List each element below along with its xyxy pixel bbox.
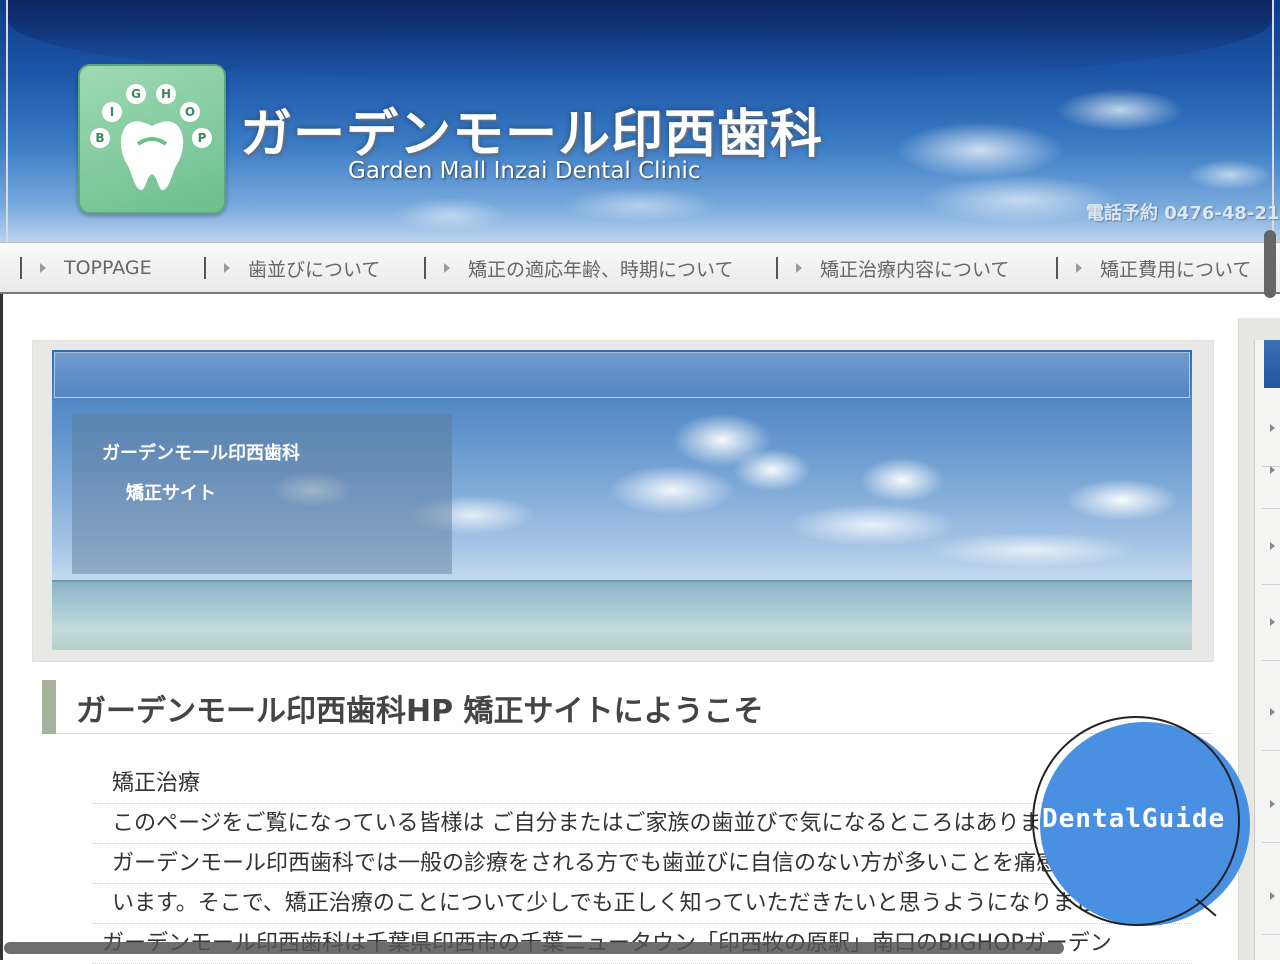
body-text-line: このページをご覧になっている皆様は ご自分またはご家族の歯並びで気になるところは… (92, 804, 1192, 844)
triangle-right-icon (1270, 542, 1275, 550)
nav-item-label: 矯正の適応年齢、時期について (468, 258, 734, 281)
hero-banner: ガーデンモール印西歯科 矯正サイト (52, 350, 1192, 650)
sidebar-item[interactable] (1262, 510, 1280, 585)
tooth-icon (120, 121, 184, 191)
triangle-right-icon (1270, 466, 1275, 474)
triangle-right-icon (1270, 618, 1275, 626)
badge-label: DentalGuide (1042, 804, 1226, 834)
triangle-right-icon (444, 263, 450, 273)
triangle-right-icon (224, 263, 230, 273)
sidebar-header (1264, 340, 1280, 388)
global-nav: TOPPAGE 歯並びについて 矯正の適応年齢、時期について 矯正治療内容につい… (0, 242, 1280, 294)
nav-item-label: TOPPAGE (64, 257, 152, 279)
nav-separator (204, 257, 206, 279)
sidebar-item[interactable] (1262, 676, 1280, 751)
sidebar-item[interactable] (1262, 860, 1280, 935)
body-text-line: ガーデンモール印西歯科では一般の診療をされる方でも歯並びに自信のない方が多いこと… (92, 844, 1192, 884)
content-border (0, 294, 3, 960)
triangle-right-icon (1270, 708, 1275, 716)
logo-letter: H (156, 84, 176, 104)
banner-title: ガーデンモール印西歯科 (102, 443, 300, 464)
triangle-right-icon (1076, 263, 1082, 273)
banner-sea (52, 582, 1192, 650)
phone-reservation[interactable]: 電話予約 0476-48-211 (1086, 199, 1280, 225)
banner-topbar (54, 352, 1190, 398)
nav-separator (20, 257, 22, 279)
page-title: ガーデンモール印西歯科HP 矯正サイトにようこそ (76, 694, 764, 729)
logo-letter: P (192, 128, 212, 148)
nav-item-teeth-alignment[interactable]: 歯並びについて (204, 243, 380, 293)
logo-letter: B (90, 128, 110, 148)
clinic-logo[interactable]: B I G H O P (78, 64, 226, 214)
horizontal-scrollbar[interactable] (4, 942, 1064, 954)
triangle-right-icon (796, 263, 802, 273)
logo-letter: G (126, 84, 146, 104)
brand-name-en: Garden Mall Inzai Dental Clinic (348, 158, 701, 184)
nav-item-label: 矯正費用について (1100, 258, 1252, 281)
triangle-right-icon (1270, 892, 1275, 900)
triangle-right-icon (1270, 424, 1275, 432)
nav-item-label: 矯正治療内容について (820, 258, 1010, 281)
nav-item-toppage[interactable]: TOPPAGE (20, 243, 152, 293)
nav-item-cost[interactable]: 矯正費用について (1056, 243, 1251, 293)
body-text-line: います。そこで、矯正治療のことについて少しでも正しく知っていただきたいと思うよう… (92, 884, 1192, 924)
page-heading: ガーデンモール印西歯科HP 矯正サイトにようこそ (42, 680, 1212, 734)
nav-separator (424, 257, 426, 279)
vertical-scrollbar[interactable] (1264, 230, 1276, 298)
nav-item-treatment[interactable]: 矯正治療内容について (776, 243, 1009, 293)
triangle-right-icon (40, 263, 46, 273)
brand-name-jp: ガーデンモール印西歯科 (240, 105, 824, 165)
sidebar-item[interactable] (1262, 586, 1280, 661)
site-header: B I G H O P ガーデンモール印西歯科 Garden Mall Inza… (0, 0, 1280, 242)
section-subtitle: 矯正治療 (92, 764, 1192, 804)
heading-accent-bar (42, 680, 56, 734)
nav-item-age-timing[interactable]: 矯正の適応年齢、時期について (424, 243, 733, 293)
triangle-right-icon (1270, 800, 1275, 808)
sidebar-item[interactable] (1262, 434, 1280, 509)
nav-separator (1056, 257, 1058, 279)
nav-separator (776, 257, 778, 279)
nav-item-label: 歯並びについて (248, 258, 381, 281)
sidebar-item[interactable] (1262, 768, 1280, 843)
banner-subtitle: 矯正サイト (126, 483, 216, 504)
